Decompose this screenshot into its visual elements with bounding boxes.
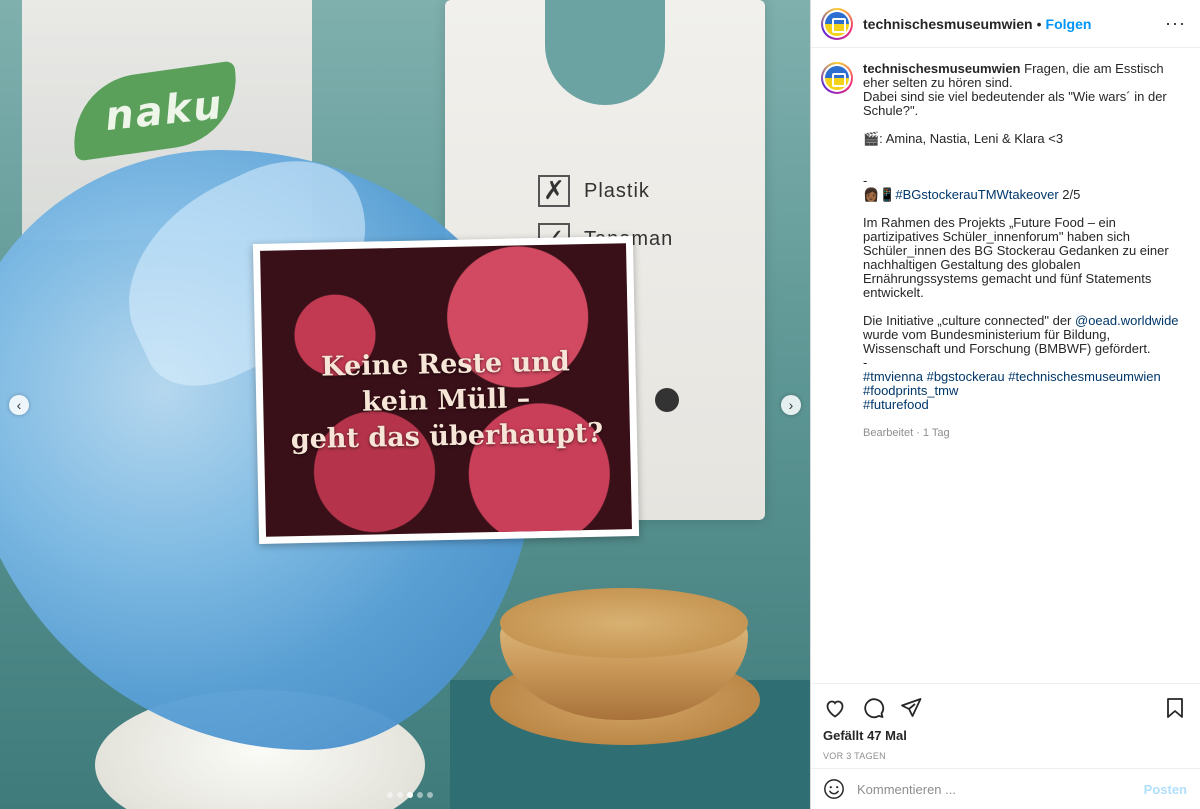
carousel-dot [407,792,413,798]
palm-leaf-bowl-rim [500,588,748,658]
checklist-label: Plastik [584,179,650,202]
post-sidebar: technischesmuseumwien • Folgen ··· techn… [810,0,1200,809]
hashtag-link[interactable]: #foodprints_tmw [863,384,1183,398]
caption-line: Dabei sind sie viel bedeutender als "Wie… [863,89,1167,118]
caption: technischesmuseumwien Fragen, die am Ess… [821,62,1187,440]
action-icons [823,692,1187,724]
follow-button[interactable]: Folgen [1046,16,1092,32]
next-slide-button[interactable]: › [781,395,801,415]
recycle-icon [655,388,679,412]
carousel-dot [417,792,423,798]
post-actions: Gefällt 47 Mal VOR 3 TAGEN [811,683,1200,761]
heart-icon[interactable] [823,696,847,720]
share-icon[interactable] [899,696,923,720]
caption-paragraph: Im Rahmen des Projekts „Future Food – ei… [863,215,1169,300]
carousel-dot [387,792,393,798]
museum-logo-icon [825,66,849,90]
more-horizontal-icon[interactable]: ··· [1165,13,1186,34]
comment-icon[interactable] [861,696,885,720]
raspberry-card: Keine Reste und kein Müll – geht das übe… [252,236,640,544]
hashtag-links[interactable]: #tmvienna #bgstockerau #technischesmuseu… [863,370,1183,384]
header-username[interactable]: technischesmuseumwien [863,16,1033,32]
mention-link[interactable]: @oead.worldwide [1075,313,1179,328]
bookmark-icon[interactable] [1163,696,1187,720]
cross-box-icon: ✗ [538,175,570,207]
avatar[interactable] [821,7,853,40]
caption-credits: 🎬: Amina, Nastia, Leni & Klara <3 [863,131,1064,146]
post-timestamp[interactable]: VOR 3 TAGEN [823,751,1187,761]
card-headline: Keine Reste und kein Müll – geht das übe… [262,343,630,459]
caption-paragraph: Die Initiative „culture connected" der [863,313,1075,328]
emoji-icon: 👩🏾📱 [863,187,896,202]
chevron-left-icon: ‹ [16,397,22,413]
hashtag-link[interactable]: #BGstockerauTMWtakeover [895,187,1058,202]
card-line: geht das überhaupt? [290,417,604,456]
museum-logo-icon [825,11,849,36]
comments-section[interactable]: technischesmuseumwien Fragen, die am Ess… [811,48,1200,683]
chevron-right-icon: › [788,397,794,413]
edited-label: Bearbeitet · 1 Tag [863,427,950,439]
caption-paragraph: wurde vom Bundesministerium für Bildung,… [863,327,1151,356]
caption-dash: - [863,355,868,370]
previous-slide-button[interactable]: ‹ [9,395,29,415]
raspberry-photo: Keine Reste und kein Müll – geht das übe… [260,243,632,537]
like-count[interactable]: Gefällt 47 Mal [823,728,1187,743]
carousel-dot [427,792,433,798]
avatar[interactable] [821,62,853,94]
post-button[interactable]: Posten [1144,782,1187,797]
caption-dash: - [863,173,868,188]
emoji-icon[interactable] [823,778,845,800]
caption-count: 2/5 [1058,187,1081,202]
bag-checklist-item: ✗ Plastik [538,175,650,207]
caption-username[interactable]: technischesmuseumwien [863,61,1021,76]
comment-form: Posten [811,768,1200,809]
post-media[interactable]: naku ✗ Plastik ✓ Tanaman Keine Reste und… [0,0,810,809]
carousel-indicator [387,792,433,798]
post-header: technischesmuseumwien • Folgen ··· [811,0,1200,48]
header-separator: • [1036,15,1042,32]
hashtag-link[interactable]: #futurefood [863,398,1183,412]
carousel-dot [397,792,403,798]
comment-input[interactable] [857,781,1144,797]
caption-text: technischesmuseumwien Fragen, die am Ess… [863,62,1183,440]
